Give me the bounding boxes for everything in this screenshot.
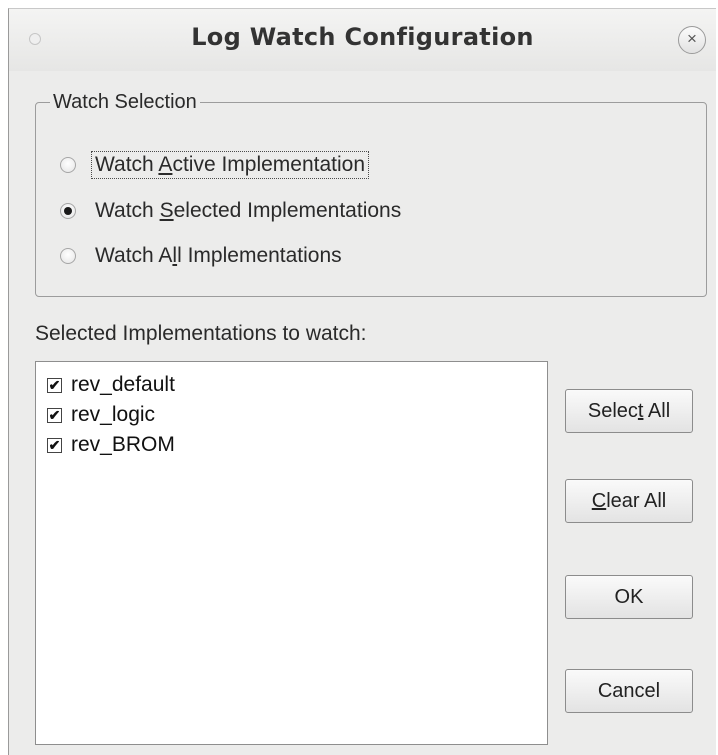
checkbox-checked-icon[interactable]: ✔ — [47, 407, 62, 423]
radio-watch-all[interactable]: Watch All Implementations — [60, 239, 346, 273]
checkbox-checked-icon[interactable]: ✔ — [47, 437, 62, 453]
close-button[interactable]: × — [678, 26, 706, 54]
window-title: Log Watch Configuration — [191, 23, 534, 51]
radio-label: Watch Selected Implementations — [95, 199, 402, 222]
watch-selection-legend: Watch Selection — [50, 89, 200, 115]
checkbox-checked-icon[interactable]: ✔ — [47, 377, 62, 393]
cancel-button[interactable]: Cancel — [565, 669, 693, 713]
radio-button-icon[interactable] — [60, 157, 76, 173]
watch-selection-group: Watch Selection Watch Active Implementat… — [35, 89, 707, 297]
radio-label: Watch All Implementations — [95, 244, 342, 267]
radio-button-icon[interactable] — [60, 203, 76, 219]
list-item[interactable]: ✔ rev_logic — [47, 402, 155, 428]
list-item[interactable]: ✔ rev_BROM — [47, 432, 175, 458]
implementations-label: Selected Implementations to watch: — [35, 322, 367, 345]
list-item[interactable]: ✔ rev_default — [47, 372, 175, 398]
radio-watch-selected[interactable]: Watch Selected Implementations — [60, 194, 405, 228]
radio-watch-active[interactable]: Watch Active Implementation — [60, 148, 370, 182]
ok-button[interactable]: OK — [565, 575, 693, 619]
clear-all-button[interactable]: Clear All — [565, 479, 693, 523]
implementation-name: rev_default — [71, 373, 175, 396]
implementation-name: rev_BROM — [71, 433, 175, 456]
title-bar[interactable]: Log Watch Configuration × — [9, 9, 716, 71]
radio-label: Watch Active Implementation — [91, 151, 370, 179]
radio-button-icon[interactable] — [60, 248, 76, 264]
implementation-name: rev_logic — [71, 403, 156, 426]
dialog-window: Log Watch Configuration × Watch Selectio… — [8, 8, 716, 755]
close-icon: × — [687, 29, 697, 48]
implementations-list[interactable]: ✔ rev_default ✔ rev_logic ✔ rev_BROM — [35, 361, 548, 745]
select-all-button[interactable]: Select All — [565, 389, 693, 433]
